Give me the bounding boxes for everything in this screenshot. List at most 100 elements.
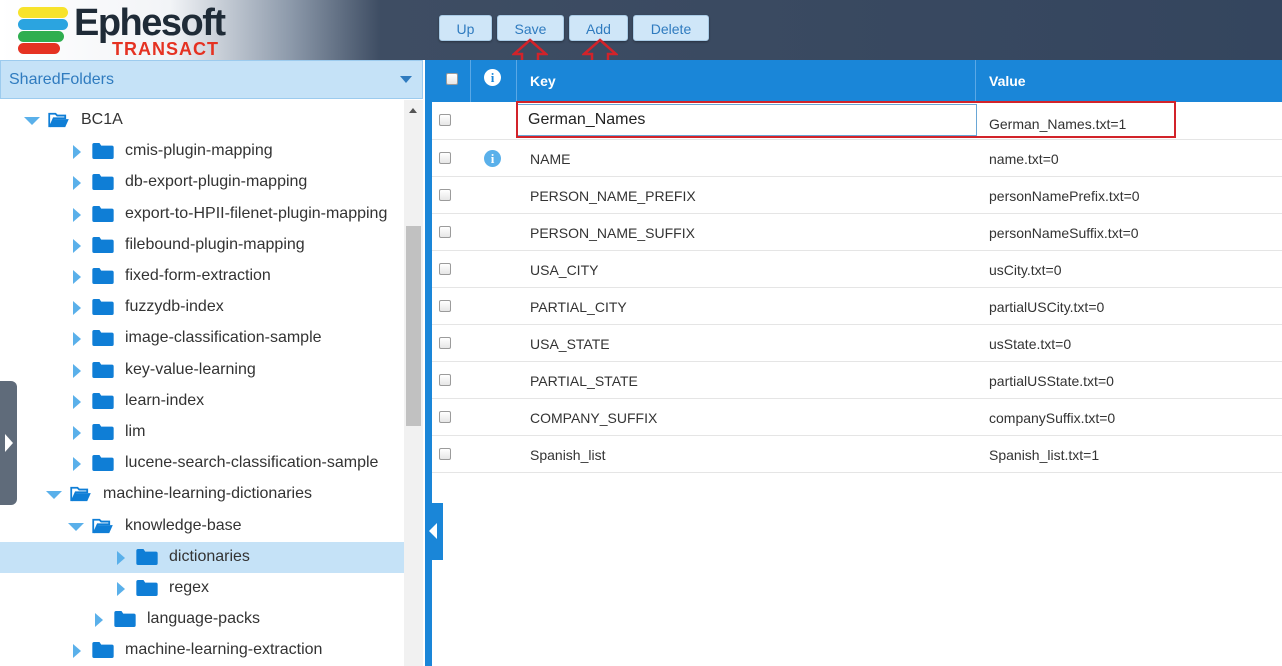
expand-right-arrow-icon[interactable] bbox=[73, 426, 81, 440]
expand-right-arrow-icon[interactable] bbox=[73, 457, 81, 472]
expand-right-arrow-icon[interactable] bbox=[73, 207, 81, 222]
tree-item[interactable]: db-export-plugin-mapping bbox=[0, 167, 404, 198]
shared-folders-dropdown[interactable]: SharedFolders bbox=[0, 60, 423, 99]
value-cell[interactable]: companySuffix.txt=0 bbox=[989, 410, 1115, 426]
key-cell[interactable]: PARTIAL_STATE bbox=[530, 373, 638, 389]
info-icon: i bbox=[484, 69, 501, 86]
value-cell[interactable]: name.txt=0 bbox=[989, 151, 1059, 167]
tree-item[interactable]: lim bbox=[0, 417, 404, 448]
key-cell[interactable]: USA_CITY bbox=[530, 262, 598, 278]
value-cell[interactable]: partialUSCity.txt=0 bbox=[989, 299, 1104, 315]
table-row[interactable]: Spanish_list Spanish_list.txt=1 bbox=[432, 436, 1282, 473]
value-cell[interactable]: personNamePrefix.txt=0 bbox=[989, 188, 1140, 204]
up-button[interactable]: Up bbox=[439, 15, 492, 41]
key-cell[interactable]: PERSON_NAME_SUFFIX bbox=[530, 225, 695, 241]
tree-scrollbar[interactable] bbox=[404, 100, 423, 666]
value-cell[interactable]: usState.txt=0 bbox=[989, 336, 1071, 352]
table-row[interactable]: COMPANY_SUFFIX companySuffix.txt=0 bbox=[432, 399, 1282, 436]
tree-item-label: fixed-form-extraction bbox=[125, 267, 271, 284]
value-cell[interactable]: personNameSuffix.txt=0 bbox=[989, 225, 1139, 241]
row-checkbox[interactable] bbox=[439, 152, 451, 164]
key-cell[interactable]: USA_STATE bbox=[530, 336, 610, 352]
tree-item[interactable]: regex bbox=[0, 573, 404, 604]
table-row[interactable]: PARTIAL_STATE partialUSState.txt=0 bbox=[432, 362, 1282, 399]
value-cell[interactable]: Spanish_list.txt=1 bbox=[989, 447, 1099, 463]
tree-item[interactable]: image-classification-sample bbox=[0, 323, 404, 354]
expand-right-arrow-icon[interactable] bbox=[117, 582, 125, 596]
row-checkbox[interactable] bbox=[439, 263, 451, 275]
tree-item-label: knowledge-base bbox=[125, 516, 242, 534]
tree-item[interactable]: knowledge-base bbox=[0, 511, 404, 542]
tree-item[interactable]: key-value-learning bbox=[0, 355, 404, 386]
scroll-up-arrow-icon[interactable] bbox=[409, 108, 417, 113]
table-row[interactable]: PERSON_NAME_PREFIX personNamePrefix.txt=0 bbox=[432, 177, 1282, 214]
row-checkbox[interactable] bbox=[439, 411, 451, 423]
tree-item-label: filebound-plugin-mapping bbox=[125, 235, 305, 253]
expand-right-arrow-icon[interactable] bbox=[95, 613, 103, 628]
delete-button[interactable]: Delete bbox=[633, 15, 709, 41]
ephesoft-logo: Ephesoft TRANSACT bbox=[18, 2, 248, 58]
row-checkbox[interactable] bbox=[439, 189, 451, 201]
key-cell[interactable]: Spanish_list bbox=[530, 447, 606, 463]
row-checkbox[interactable] bbox=[439, 337, 451, 349]
expand-side-panel-tab[interactable] bbox=[0, 381, 17, 505]
panel-divider[interactable] bbox=[425, 60, 432, 666]
key-edit-input[interactable] bbox=[517, 104, 977, 136]
tree-item[interactable]: machine-learning-dictionaries bbox=[0, 479, 404, 510]
tree-item[interactable]: cmis-plugin-mapping bbox=[0, 136, 404, 167]
table-row[interactable]: i NAME name.txt=0 bbox=[432, 140, 1282, 177]
collapse-panel-tab[interactable] bbox=[425, 503, 443, 560]
table-row[interactable]: PERSON_NAME_SUFFIX personNameSuffix.txt=0 bbox=[432, 214, 1282, 251]
row-checkbox[interactable] bbox=[439, 374, 451, 386]
table-row[interactable]: USA_STATE usState.txt=0 bbox=[432, 325, 1282, 362]
info-icon[interactable]: i bbox=[484, 150, 501, 167]
expand-right-arrow-icon[interactable] bbox=[73, 332, 81, 347]
expand-right-arrow-icon[interactable] bbox=[73, 301, 81, 316]
tree-item[interactable]: filebound-plugin-mapping bbox=[0, 230, 404, 261]
key-cell[interactable]: NAME bbox=[530, 151, 570, 167]
tree-item[interactable]: fixed-form-extraction bbox=[0, 261, 404, 292]
tree-item[interactable]: fuzzydb-index bbox=[0, 292, 404, 323]
expand-right-arrow-icon[interactable] bbox=[117, 550, 125, 565]
expand-right-arrow-icon[interactable] bbox=[73, 270, 81, 284]
add-button[interactable]: Add bbox=[569, 15, 628, 41]
folder-icon bbox=[92, 299, 114, 316]
select-all-checkbox[interactable] bbox=[446, 73, 458, 85]
expand-right-arrow-icon[interactable] bbox=[73, 394, 81, 409]
folder-icon bbox=[92, 642, 114, 659]
expand-right-arrow-icon[interactable] bbox=[73, 363, 81, 378]
expand-down-arrow-icon[interactable] bbox=[46, 491, 62, 500]
row-checkbox[interactable] bbox=[439, 300, 451, 312]
column-header-value[interactable]: Value bbox=[989, 60, 1026, 102]
value-cell[interactable]: usCity.txt=0 bbox=[989, 262, 1062, 278]
tree-item[interactable]: language-packs bbox=[0, 604, 404, 635]
column-header-key[interactable]: Key bbox=[530, 60, 556, 102]
table-row[interactable]: PARTIAL_CITY partialUSCity.txt=0 bbox=[432, 288, 1282, 325]
tree-item[interactable]: dictionaries bbox=[0, 541, 404, 573]
key-cell[interactable]: PARTIAL_CITY bbox=[530, 299, 627, 315]
expand-down-arrow-icon[interactable] bbox=[68, 522, 84, 531]
tree-item[interactable]: learn-index bbox=[0, 386, 404, 417]
folder-open-icon bbox=[70, 487, 91, 502]
folder-icon bbox=[92, 330, 114, 347]
tree-item[interactable]: export-to-HPII-filenet-plugin-mapping bbox=[0, 199, 404, 230]
expand-right-arrow-icon[interactable] bbox=[73, 176, 81, 191]
tree-item[interactable]: machine-learning-extraction bbox=[0, 635, 404, 666]
expand-down-arrow-icon[interactable] bbox=[24, 117, 40, 125]
key-cell[interactable]: COMPANY_SUFFIX bbox=[530, 410, 657, 426]
key-cell[interactable]: PERSON_NAME_PREFIX bbox=[530, 188, 696, 204]
tree-item[interactable]: BC1A bbox=[0, 105, 404, 136]
row-checkbox[interactable] bbox=[439, 114, 451, 126]
scrollbar-thumb[interactable] bbox=[406, 226, 421, 426]
folder-icon bbox=[92, 361, 114, 378]
table-row[interactable]: USA_CITY usCity.txt=0 bbox=[432, 251, 1282, 288]
tree-item[interactable]: lucene-search-classification-sample bbox=[0, 448, 404, 479]
editing-value-cell[interactable]: German_Names.txt=1 bbox=[989, 116, 1126, 132]
expand-right-arrow-icon[interactable] bbox=[73, 145, 81, 160]
row-checkbox[interactable] bbox=[439, 448, 451, 460]
expand-right-arrow-icon[interactable] bbox=[73, 238, 81, 253]
row-checkbox[interactable] bbox=[439, 226, 451, 238]
save-button[interactable]: Save bbox=[497, 15, 564, 41]
value-cell[interactable]: partialUSState.txt=0 bbox=[989, 373, 1114, 389]
expand-right-arrow-icon[interactable] bbox=[73, 644, 81, 659]
